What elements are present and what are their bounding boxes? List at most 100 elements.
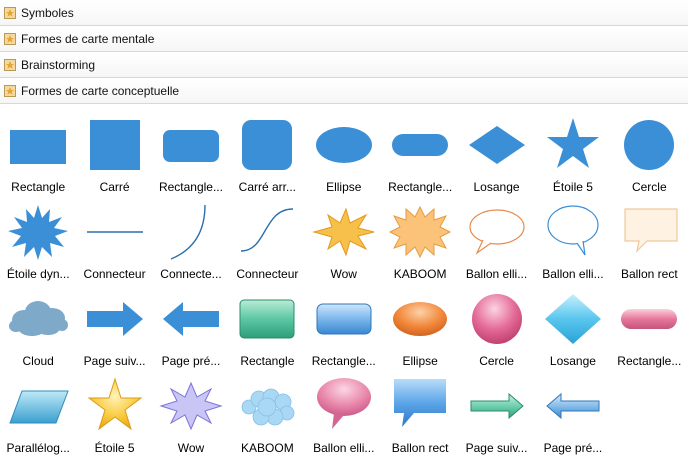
shape-label: Ballon elli... xyxy=(465,267,528,281)
shape-item-rectangle-pilule-rose[interactable]: Rectangle... xyxy=(611,282,687,369)
pill-rectangle-icon xyxy=(392,134,449,156)
shape-label: Rectangle... xyxy=(311,354,376,368)
wow-burst-icon xyxy=(311,207,374,257)
shape-item-ballon-ellipse-bleu[interactable]: Ballon elli... xyxy=(535,195,611,282)
shape-label: Parallélog... xyxy=(6,441,70,455)
cloud-icon xyxy=(9,301,69,336)
diamond-icon xyxy=(468,126,525,164)
glossy-rect-balloon-blue-icon xyxy=(394,379,447,427)
rounded-square-icon xyxy=(242,120,293,170)
shape-label: KABOOM xyxy=(393,267,447,281)
glossy-ellipse-balloon-pink-icon xyxy=(316,378,371,429)
shape-label: Losange xyxy=(473,180,520,194)
panel-formes-carte-mentale[interactable]: Formes de carte mentale xyxy=(0,26,688,52)
shape-label: Rectangle xyxy=(240,354,295,368)
shape-label: Wow xyxy=(330,267,357,281)
rectangle-icon xyxy=(10,130,67,164)
shape-item-page-suivante-vert[interactable]: Page suiv... xyxy=(458,369,534,456)
shape-item-connecteur-courbe[interactable]: Connecte... xyxy=(153,195,229,282)
rect-balloon-icon xyxy=(624,208,678,253)
library-icon xyxy=(4,58,16,71)
shape-item-cercle-rose[interactable]: Cercle xyxy=(458,282,534,369)
shape-item-connecteur-s[interactable]: Connecteur xyxy=(229,195,305,282)
shape-item-ballon-ellipse-rose[interactable]: Ballon elli... xyxy=(306,369,382,456)
square-icon xyxy=(89,120,140,170)
wow-burst-purple-icon xyxy=(159,381,223,431)
shape-item-page-suivante[interactable]: Page suiv... xyxy=(76,282,152,369)
shape-label: Carré arr... xyxy=(238,180,297,194)
shape-item-kaboom-bleu[interactable]: KABOOM xyxy=(229,369,305,456)
library-icon xyxy=(4,84,16,97)
shape-item-rectangle-vert[interactable]: Rectangle xyxy=(229,282,305,369)
shape-label: Page pré... xyxy=(161,354,221,368)
rounded-rectangle-icon xyxy=(162,130,219,162)
shape-label: Carré xyxy=(99,180,130,194)
shape-label: Ballon rect xyxy=(391,441,449,455)
shape-item-parallelogramme[interactable]: Parallélog... xyxy=(0,369,76,456)
glossy-circle-pink-icon xyxy=(471,294,522,344)
shape-item-rectangle-arrondi-bleu[interactable]: Rectangle... xyxy=(306,282,382,369)
shape-item-ellipse-orange[interactable]: Ellipse xyxy=(382,282,458,369)
shape-label: Étoile dyn... xyxy=(6,267,70,281)
shape-label: Rectangle xyxy=(11,180,66,194)
circle-icon xyxy=(624,120,675,170)
shape-label: Losange xyxy=(549,354,596,368)
shape-item-etoile-5-jaune[interactable]: Étoile 5 xyxy=(76,369,152,456)
shape-item-cercle[interactable]: Cercle xyxy=(611,108,687,195)
shape-label: Cercle xyxy=(479,354,514,368)
s-curve-connector-icon xyxy=(241,208,294,252)
shape-item-page-precedente[interactable]: Page pré... xyxy=(153,282,229,369)
shape-item-etoile-dynamique[interactable]: Étoile dyn... xyxy=(0,195,76,282)
shape-item-ballon-rect[interactable]: Ballon rect xyxy=(611,195,687,282)
panel-title: Formes de carte conceptuelle xyxy=(21,83,180,98)
shape-item-ellipse[interactable]: Ellipse xyxy=(306,108,382,195)
shape-item-carre-arrondi[interactable]: Carré arr... xyxy=(229,108,305,195)
panel-title: Brainstorming xyxy=(21,57,96,72)
left-arrow-icon xyxy=(162,302,219,336)
glossy-rectangle-green-icon xyxy=(239,299,295,339)
glossy-right-arrow-green-icon xyxy=(470,392,524,420)
shape-label: Wow xyxy=(177,441,205,455)
shape-label: Rectangle... xyxy=(617,354,682,368)
shape-item-rectangle[interactable]: Rectangle xyxy=(0,108,76,195)
shape-item-connecteur-droit[interactable]: Connecteur xyxy=(76,195,152,282)
glossy-diamond-icon xyxy=(544,294,601,344)
parallelogram-icon xyxy=(9,390,69,424)
shape-label: Ballon elli... xyxy=(542,267,604,281)
shape-item-carre[interactable]: Carré xyxy=(76,108,152,195)
shape-item-kaboom[interactable]: KABOOM xyxy=(382,195,458,282)
panel-formes-carte-conceptuelle[interactable]: Formes de carte conceptuelle xyxy=(0,78,688,104)
shape-item-losange-cyan[interactable]: Losange xyxy=(535,282,611,369)
shape-grid: Rectangle Carré Rectangle... Carré arr..… xyxy=(0,108,688,456)
shape-label: Page suiv... xyxy=(465,441,528,455)
shape-item-etoile-5[interactable]: Étoile 5 xyxy=(535,108,611,195)
shape-item-ballon-ellipse-orange[interactable]: Ballon elli... xyxy=(458,195,534,282)
shape-item-page-precedente-bleu[interactable]: Page pré... xyxy=(535,369,611,456)
shape-label: Page suiv... xyxy=(83,354,146,368)
library-icon xyxy=(4,6,16,19)
shape-label: Ballon elli... xyxy=(313,441,375,455)
shape-label: KABOOM xyxy=(241,441,294,455)
panel-brainstorming[interactable]: Brainstorming xyxy=(0,52,688,78)
kaboom-cloud-blue-icon xyxy=(241,388,295,426)
shape-label: Ellipse xyxy=(402,354,438,368)
shape-label: Connecteur xyxy=(83,267,146,281)
glossy-rounded-rectangle-icon xyxy=(316,303,372,335)
shape-item-rectangle-arrondi[interactable]: Rectangle... xyxy=(153,108,229,195)
shape-item-wow[interactable]: Wow xyxy=(306,195,382,282)
ellipse-balloon-blue-icon xyxy=(547,205,599,256)
shape-item-rectangle-pilule[interactable]: Rectangle... xyxy=(382,108,458,195)
shape-label: Étoile 5 xyxy=(552,180,593,194)
library-icon xyxy=(4,32,16,45)
shape-item-wow-violet[interactable]: Wow xyxy=(153,369,229,456)
shape-label: Rectangle... xyxy=(158,180,223,194)
shape-item-ballon-rect-bleu[interactable]: Ballon rect xyxy=(382,369,458,456)
shape-item-losange[interactable]: Losange xyxy=(458,108,534,195)
curved-connector-icon xyxy=(170,204,206,260)
shape-label: Connecteur xyxy=(236,267,299,281)
shape-item-cloud[interactable]: Cloud xyxy=(0,282,76,369)
glossy-left-arrow-blue-icon xyxy=(546,392,600,420)
panel-symboles[interactable]: Symboles xyxy=(0,0,688,26)
burst-star-icon xyxy=(8,205,69,260)
shape-label: Rectangle... xyxy=(388,180,453,194)
